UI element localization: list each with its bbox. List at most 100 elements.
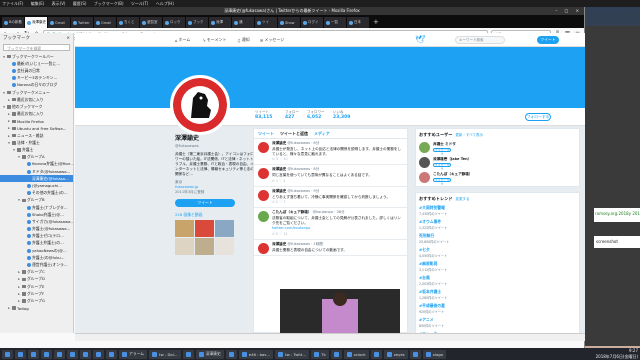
taskbar-item[interactable]	[28, 349, 39, 359]
tab-6[interactable]: ちくと	[117, 17, 139, 28]
bookmark-item[interactable]: 弁護士(の@fuku…	[0, 254, 73, 261]
taskbar-item[interactable]	[225, 349, 237, 359]
bookmark-item[interactable]: ミドタ(@fukasawa…	[0, 168, 73, 175]
tweet[interactable]: 深澤諭史 @fukazawas · 9分 とりあえず落ち着いて、冷静に事実関係を確…	[254, 187, 407, 208]
avatar[interactable]	[170, 75, 230, 135]
media-thumb[interactable]	[175, 220, 194, 237]
media-thumb[interactable]	[195, 238, 214, 255]
close-icon[interactable]: ×	[66, 36, 70, 41]
trends-change[interactable]: 変更する	[456, 197, 470, 201]
trend-item[interactable]: #台風 2,003件のツイート	[419, 275, 576, 286]
bookmark-item[interactable]: その他の弁護士(の…	[0, 190, 73, 197]
tweet-author[interactable]: 深澤諭史	[272, 167, 286, 171]
tab-4[interactable]: Twitter	[71, 17, 93, 28]
taskbar-item[interactable]	[182, 349, 194, 359]
stat-tweets[interactable]: ツイート 83,115	[255, 110, 272, 120]
bookmark-item[interactable]: 弁護士ゼロ(テロ…	[0, 233, 73, 240]
tab-tweets-replies[interactable]: ツイートと返信	[280, 131, 308, 136]
trend-item[interactable]: 死刑執行 25,600件のツイート	[419, 233, 576, 244]
bookmark-item[interactable]: 弁護士(ナブレグタ…	[0, 204, 73, 211]
bookmark-folder[interactable]: ▾ 法律・弁護士	[0, 139, 73, 146]
tweet[interactable]: こたんぽ（キュア静雄） @koutanpo · 38分 法務省の取組について、弁護…	[254, 208, 407, 240]
media-thumb[interactable]	[215, 220, 234, 237]
wtf-refresh[interactable]: 更新・すべて表示	[455, 133, 483, 137]
trend-item[interactable]: #坂本弁護士 1,280件のツイート	[419, 289, 576, 300]
bookmark-item[interactable]: (@yamaguchi…	[0, 182, 73, 189]
taskbar-item[interactable]	[2, 349, 13, 359]
tab-11[interactable]: 通	[232, 17, 254, 28]
suggested-avatar[interactable]	[419, 171, 430, 183]
bookmark-folder[interactable]: ▾ ブックマークメニュー	[0, 89, 73, 96]
taskbar-item[interactable]: tw - Twitt…	[275, 349, 310, 359]
suggested-avatar[interactable]	[419, 141, 430, 153]
clock[interactable]: 9:27 2018年7月6日(金曜日)	[596, 348, 638, 359]
bookmark-folder[interactable]: ▸ 最近お気に入り	[0, 96, 73, 103]
follow-button[interactable]: フォローする	[525, 113, 551, 121]
nav-notifications[interactable]: ♫ 通知	[237, 37, 250, 43]
twitter-bird-icon[interactable]: 🕊	[415, 35, 425, 45]
bookmark-folder[interactable]: ▸ グループG	[0, 297, 73, 304]
tweet-author[interactable]: 深澤諭史	[272, 141, 286, 145]
taskbar-item[interactable]: xeyes	[383, 349, 408, 359]
bookmark-folder[interactable]: ▸ グループD	[0, 276, 73, 283]
tab-12[interactable]: ツイ	[255, 17, 277, 28]
tab-2[interactable]: 深澤康史	[25, 17, 47, 28]
tab-15[interactable]: 一覧	[324, 17, 346, 28]
tab-8[interactable]: ロック	[163, 17, 185, 28]
bookmark-folder[interactable]: ▸ グループF	[0, 290, 73, 297]
window-controls[interactable]: – □ ×	[555, 7, 582, 15]
bookmark-folder[interactable]: ▾ グループB	[0, 197, 73, 204]
tab-5[interactable]: Gmail	[94, 17, 116, 28]
taskbar-item[interactable]	[80, 349, 91, 359]
tweet-avatar[interactable]	[258, 242, 269, 254]
taskbar-item[interactable]	[67, 349, 78, 359]
terminal-window[interactable]: ramsey.org:2018y 2018/	[594, 208, 640, 222]
taskbar-item[interactable]: アラーム	[119, 349, 148, 359]
taskbar-item[interactable]	[93, 349, 104, 359]
bookmark-item[interactable]: 深澤康史(@fukasa…	[0, 175, 73, 183]
nav-home[interactable]: ⌂ ホーム	[175, 37, 190, 43]
bookmark-folder[interactable]: ▸ Twilog	[0, 305, 73, 312]
trend-item[interactable]: #アニメ 850件のツイート	[419, 317, 576, 328]
tweet-avatar[interactable]	[258, 168, 269, 179]
taskbar-item[interactable]	[370, 349, 382, 359]
top-menu-1[interactable]: ファイル(F)	[2, 1, 23, 6]
tweet-author[interactable]: 深澤諭史	[272, 242, 286, 246]
taskbar-item[interactable]	[15, 349, 26, 359]
bookmark-folder[interactable]: ▸ 最近お気に入り	[0, 111, 73, 118]
bookmark-folder[interactable]: ▾ ブックマークツールバー	[0, 53, 73, 60]
tweet-avatar[interactable]	[258, 189, 269, 201]
taskbar-item[interactable]: xlogo	[422, 349, 446, 359]
bookmark-folder[interactable]: ▸ Mozilla Firefox	[0, 118, 73, 125]
suggested-name[interactable]: 深澤雄壱（Jake Ten）	[433, 157, 471, 162]
tweet-author[interactable]: こたんぽ（キュア静雄）	[272, 210, 311, 214]
bookmark-item[interactable]: 最新/れいじぇ〜一覧に…	[0, 60, 73, 67]
taskbar-item[interactable]: xclock	[343, 349, 369, 359]
sidebar-header[interactable]: ブックマーク ×	[0, 33, 73, 43]
suggested-follow-button[interactable]: フォローする	[433, 177, 451, 185]
trend-item[interactable]: #麻原彰晃 3,112件のツイート	[419, 261, 576, 272]
taskbar-item[interactable]	[106, 349, 117, 359]
tweet-actions[interactable]: ↺ 2 ♡ 7	[272, 200, 403, 204]
tab-13[interactable]: Show	[278, 17, 300, 28]
bookmark-folder[interactable]: ▸ グループC	[0, 269, 73, 276]
tab-16[interactable]: 日本	[347, 17, 369, 28]
nav-messages[interactable]: ✉ メッセージ	[260, 37, 284, 43]
taskbar-item[interactable]: Tk	[311, 349, 329, 359]
tweet-button[interactable]: ツイート	[537, 36, 559, 44]
top-menu-6[interactable]: ツール(T)	[131, 1, 149, 6]
bookmark-folder[interactable]: ▸ ニュース・雑誌	[0, 132, 73, 139]
bookmark-folder[interactable]: ▸ Ubuntu and Free Softwa…	[0, 125, 73, 132]
tab-7[interactable]: 遊覧室	[140, 17, 162, 28]
tab-1[interactable]: Bの新着	[2, 17, 24, 28]
suggested-user[interactable]: こたんぽ（キュア静雄） フォローする	[419, 171, 576, 185]
media-thumb[interactable]	[195, 220, 214, 237]
background-window[interactable]	[585, 26, 640, 346]
bookmark-search-input[interactable]: ブックマークを検索	[3, 44, 70, 51]
tweet-avatar[interactable]	[258, 211, 269, 222]
bookmark-item[interactable]: 会社員の日常	[0, 67, 73, 74]
tweet-video[interactable]	[280, 289, 400, 333]
taskbar-item[interactable]	[54, 349, 65, 359]
tweet[interactable]: 深澤諭史 @fukazawas · 6分 弁護士が発言し、ネット上の反応と法律の関…	[254, 139, 407, 165]
trend-item[interactable]: #大雨特別警報 7,430件のツイート	[419, 205, 576, 216]
